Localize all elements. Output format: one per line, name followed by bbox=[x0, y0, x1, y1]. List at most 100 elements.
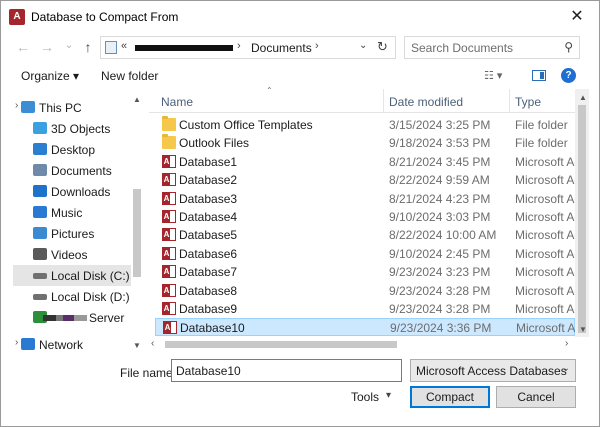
file-row[interactable]: Custom Office Templates 3/15/2024 3:25 PM… bbox=[155, 116, 575, 134]
forward-arrow-icon[interactable]: → bbox=[39, 39, 55, 55]
file-row[interactable]: Database6 9/10/2024 2:45 PM Microsoft Acc bbox=[155, 245, 575, 263]
file-row[interactable]: Database3 8/21/2024 4:23 PM Microsoft Acc bbox=[155, 190, 575, 208]
breadcrumb-documents[interactable]: Documents bbox=[251, 41, 312, 55]
sidebar-item[interactable]: Pictures bbox=[13, 223, 131, 244]
sidebar-item[interactable]: Downloads bbox=[13, 181, 131, 202]
expand-chevron-icon[interactable]: › bbox=[15, 337, 18, 348]
sidebar-item-label: Server bbox=[89, 311, 125, 325]
file-type-select[interactable]: Microsoft Access Databases ⌄ bbox=[410, 359, 576, 382]
list-scroll-down-icon[interactable]: ▼ bbox=[579, 325, 587, 334]
help-icon[interactable]: ? bbox=[561, 68, 576, 83]
file-dialog: A Database to Compact From ✕ ← → ⌄ ↑ « ›… bbox=[0, 0, 600, 427]
file-name: Database2 bbox=[179, 173, 238, 188]
sidebar-item[interactable]: › Network bbox=[13, 334, 131, 353]
file-name: Database5 bbox=[179, 228, 238, 243]
file-name: Database1 bbox=[179, 154, 238, 169]
folder-icon bbox=[162, 134, 176, 150]
file-row[interactable]: Database4 9/10/2024 3:03 PM Microsoft Acc bbox=[155, 208, 575, 226]
nav-scroll-down-icon[interactable]: ▼ bbox=[133, 341, 141, 350]
search-box[interactable]: Search Documents ⚲ bbox=[404, 36, 580, 59]
address-row: ← → ⌄ ↑ « › Documents › ⌄ ↻ Search Docum… bbox=[1, 33, 599, 63]
cancel-button[interactable]: Cancel bbox=[496, 386, 576, 408]
nav-scroll-up-icon[interactable]: ▲ bbox=[133, 95, 141, 104]
overflow-chevron-icon[interactable]: « bbox=[121, 40, 127, 52]
tools-dropdown-icon[interactable]: ▾ bbox=[386, 390, 391, 401]
tools-button[interactable]: Tools bbox=[351, 390, 379, 404]
column-header-name[interactable]: Name bbox=[161, 95, 193, 109]
download-icon bbox=[33, 185, 47, 197]
sidebar-item-label: Videos bbox=[51, 248, 88, 262]
column-divider[interactable] bbox=[383, 89, 384, 113]
close-button[interactable]: ✕ bbox=[563, 5, 591, 29]
sidebar-item-label: Desktop bbox=[51, 143, 96, 157]
refresh-icon[interactable]: ↻ bbox=[377, 39, 388, 55]
file-type: Microsoft Acc bbox=[515, 265, 575, 280]
file-date-modified: 9/23/2024 3:28 PM bbox=[389, 283, 491, 298]
chevron-down-icon[interactable]: ⌄ bbox=[359, 40, 367, 51]
list-scroll-left-icon[interactable]: ‹ bbox=[151, 338, 154, 349]
organize-button[interactable]: Organize ▾ bbox=[21, 69, 79, 83]
cube-icon bbox=[33, 122, 47, 134]
file-type: File folder bbox=[515, 118, 568, 132]
sidebar-item-label: Music bbox=[51, 206, 83, 220]
file-name: Database8 bbox=[179, 283, 238, 298]
recent-locations-icon[interactable]: ⌄ bbox=[61, 38, 77, 51]
file-list-hscroll-thumb[interactable] bbox=[165, 341, 397, 348]
file-row[interactable]: Database9 9/23/2024 3:28 PM Microsoft Acc bbox=[155, 300, 575, 318]
new-folder-button[interactable]: New folder bbox=[101, 69, 158, 83]
file-name-input[interactable]: Database10 bbox=[171, 359, 402, 382]
access-file-icon bbox=[163, 321, 177, 335]
sidebar-item[interactable]: Videos bbox=[13, 244, 131, 265]
file-date-modified: 8/22/2024 9:59 AM bbox=[389, 173, 490, 188]
file-row[interactable]: Database5 8/22/2024 10:00 AM Microsoft Acc bbox=[155, 226, 575, 244]
preview-pane-icon[interactable] bbox=[532, 70, 546, 81]
column-header-date[interactable]: Date modified bbox=[389, 95, 463, 109]
sidebar-item[interactable]: Local Disk (D:) bbox=[13, 286, 131, 307]
search-input[interactable]: Search Documents bbox=[411, 41, 513, 55]
column-divider[interactable] bbox=[509, 89, 510, 113]
sidebar-item[interactable]: 3D Objects bbox=[13, 118, 131, 139]
file-type: Microsoft Acc bbox=[515, 191, 575, 206]
file-row[interactable]: Outlook Files 9/18/2024 3:53 PM File folde… bbox=[155, 134, 575, 152]
file-name: Database7 bbox=[179, 265, 238, 280]
access-file-icon bbox=[162, 265, 176, 279]
sidebar-item-label: Documents bbox=[51, 164, 112, 178]
chevron-right-icon[interactable]: › bbox=[315, 40, 319, 52]
address-bar[interactable]: « › Documents › ⌄ ↻ bbox=[100, 36, 396, 59]
file-row[interactable]: Database10 9/23/2024 3:36 PM Microsoft Acc bbox=[155, 318, 576, 337]
file-row[interactable]: Database8 9/23/2024 3:28 PM Microsoft Acc bbox=[155, 282, 575, 300]
view-options-icon[interactable]: ☷ ▾ bbox=[484, 69, 502, 82]
dialog-title: Database to Compact From bbox=[31, 10, 179, 24]
access-file-icon bbox=[162, 154, 176, 168]
up-arrow-icon[interactable]: ↑ bbox=[80, 39, 96, 55]
file-row[interactable]: Database1 8/21/2024 3:45 PM Microsoft Acc bbox=[155, 153, 575, 171]
file-list-vscroll-thumb[interactable] bbox=[578, 105, 586, 333]
compact-button[interactable]: Compact bbox=[410, 386, 490, 408]
redacted-path-segment[interactable] bbox=[135, 45, 233, 51]
column-header-type[interactable]: Type bbox=[515, 95, 541, 109]
file-type: Microsoft Acc bbox=[515, 210, 575, 224]
expand-chevron-icon[interactable]: › bbox=[15, 100, 18, 111]
sidebar-item[interactable]: Local Disk (C:) bbox=[13, 265, 131, 286]
nav-scrollbar-thumb[interactable] bbox=[133, 189, 141, 277]
sidebar-item[interactable]: › This PC bbox=[13, 97, 131, 118]
search-icon[interactable]: ⚲ bbox=[564, 40, 573, 54]
back-arrow-icon[interactable]: ← bbox=[15, 39, 31, 55]
sidebar-item[interactable]: Desktop bbox=[13, 139, 131, 160]
sidebar-item[interactable]: Server bbox=[13, 307, 131, 328]
sidebar-item[interactable]: Music bbox=[13, 202, 131, 223]
chevron-right-icon[interactable]: › bbox=[237, 40, 241, 52]
file-type: Microsoft Acc bbox=[515, 228, 575, 243]
file-row[interactable]: Database2 8/22/2024 9:59 AM Microsoft Acc bbox=[155, 171, 575, 189]
navigation-pane: › This PC 3D Objects Desktop Documents Downlo… bbox=[13, 89, 144, 353]
document-icon bbox=[33, 164, 47, 176]
drive-icon bbox=[33, 294, 47, 300]
file-date-modified: 8/21/2024 4:23 PM bbox=[389, 191, 491, 206]
file-row[interactable]: Database7 9/23/2024 3:23 PM Microsoft Acc bbox=[155, 263, 575, 281]
sidebar-item[interactable]: Documents bbox=[13, 160, 131, 181]
file-type-value: Microsoft Access Databases bbox=[416, 364, 567, 378]
list-scroll-right-icon[interactable]: › bbox=[565, 338, 568, 349]
list-scroll-up-icon[interactable]: ▲ bbox=[579, 93, 587, 102]
file-date-modified: 3/15/2024 3:25 PM bbox=[389, 118, 491, 132]
pictures-icon bbox=[33, 227, 47, 239]
